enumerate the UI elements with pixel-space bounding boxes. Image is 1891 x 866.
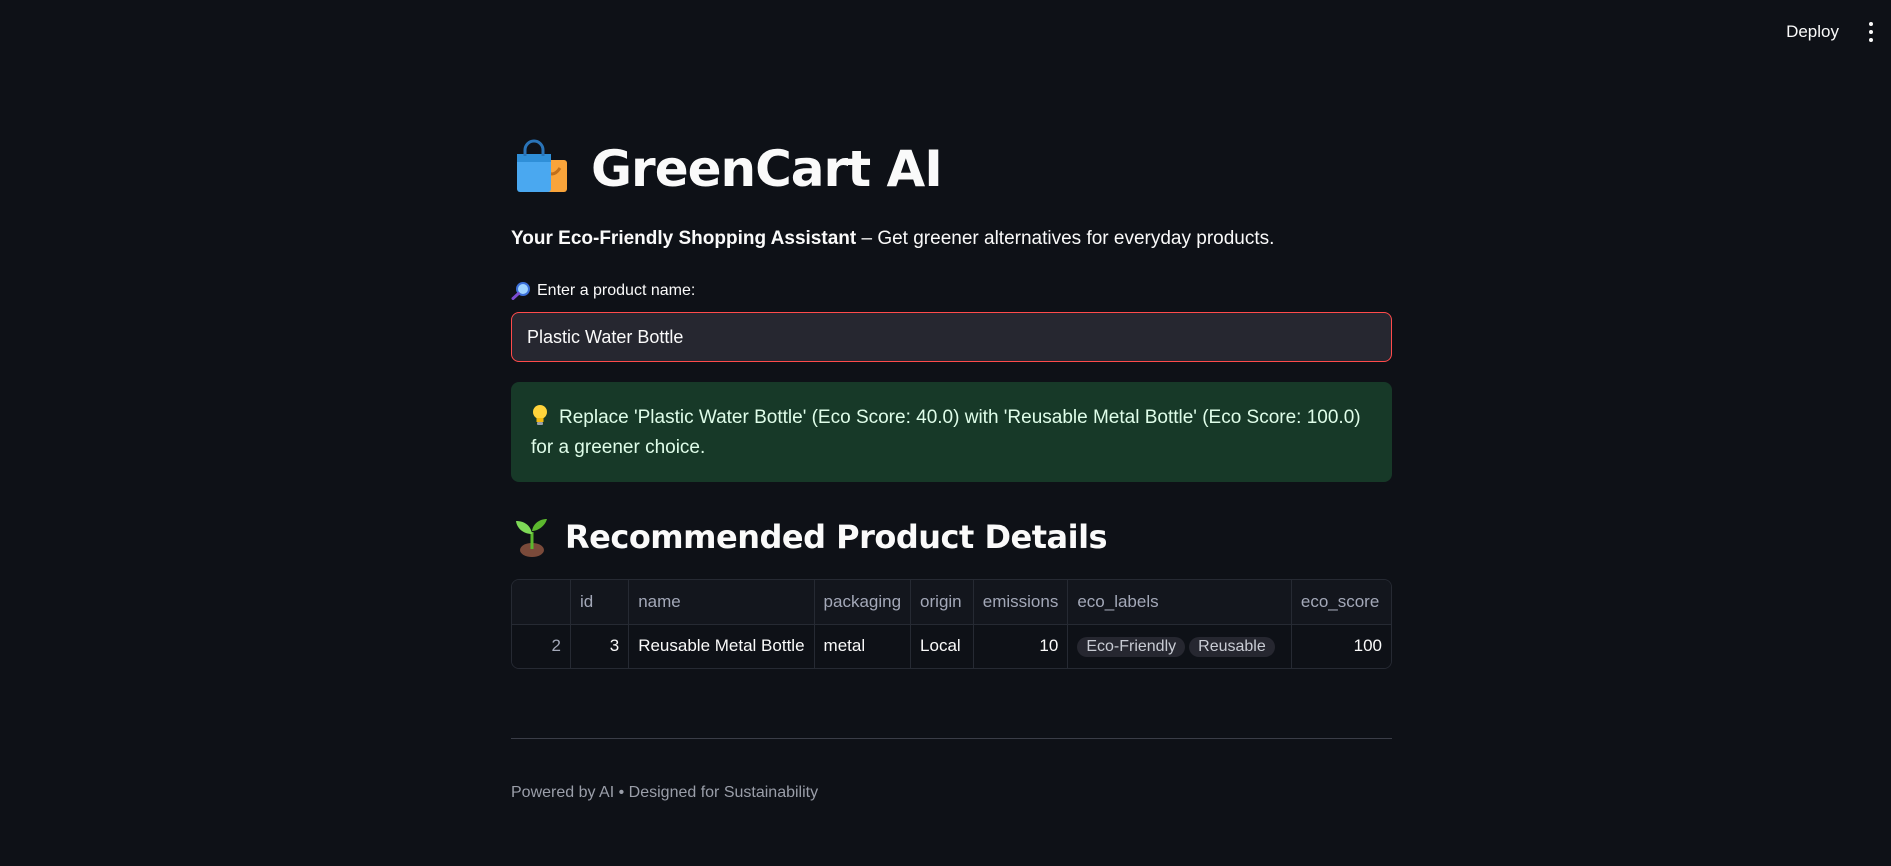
id-cell[interactable]: 3: [570, 624, 630, 668]
footer-divider: [511, 738, 1392, 739]
deploy-button[interactable]: Deploy: [1774, 16, 1851, 48]
column-header-index[interactable]: [512, 580, 572, 625]
success-alert: Replace 'Plastic Water Bottle' (Eco Scor…: [511, 382, 1392, 482]
table-row: 2 3 Reusable Metal Bottle metal Local 10…: [512, 624, 1391, 668]
section-title: Recommended Product Details: [565, 518, 1108, 556]
eco-labels-cell[interactable]: Eco-Friendly Reusable: [1067, 624, 1292, 668]
seedling-icon: [511, 516, 553, 558]
packaging-cell[interactable]: metal: [814, 624, 912, 668]
eco-score-cell[interactable]: 100: [1291, 624, 1391, 668]
column-header-eco-labels[interactable]: eco_labels: [1067, 580, 1292, 625]
column-header-eco-score[interactable]: eco_score: [1291, 580, 1391, 625]
row-index-cell[interactable]: 2: [512, 624, 572, 668]
lightbulb-icon: [531, 404, 549, 426]
shopping-bags-icon: [511, 138, 573, 200]
eco-label-tag: Eco-Friendly: [1077, 636, 1186, 657]
app-header: Deploy: [0, 0, 1891, 64]
eco-label-tag: Reusable: [1189, 636, 1275, 657]
product-details-table[interactable]: id name packaging origin emissions eco_l…: [511, 579, 1392, 669]
page-title-row: GreenCart AI: [511, 138, 943, 200]
section-title-row: Recommended Product Details: [511, 516, 1108, 558]
origin-cell[interactable]: Local: [910, 624, 974, 668]
column-header-origin[interactable]: origin: [910, 580, 974, 625]
alert-message: Replace 'Plastic Water Bottle' (Eco Scor…: [531, 407, 1361, 458]
footer-text: Powered by AI • Designed for Sustainabil…: [511, 784, 819, 801]
page-title: GreenCart AI: [591, 140, 943, 198]
subtitle-rest: – Get greener alternatives for everyday …: [856, 228, 1275, 249]
column-header-id[interactable]: id: [570, 580, 630, 625]
page-subtitle: Your Eco-Friendly Shopping Assistant – G…: [511, 228, 1274, 250]
product-name-input[interactable]: [511, 312, 1392, 362]
subtitle-bold: Your Eco-Friendly Shopping Assistant: [511, 228, 857, 249]
table-header-row: id name packaging origin emissions eco_l…: [512, 580, 1391, 625]
magnifying-glass-icon: [511, 282, 531, 300]
emissions-cell[interactable]: 10: [973, 624, 1069, 668]
column-header-name[interactable]: name: [628, 580, 815, 625]
column-header-emissions[interactable]: emissions: [973, 580, 1069, 625]
search-label: Enter a product name:: [511, 282, 695, 300]
search-label-text: Enter a product name:: [537, 282, 696, 299]
column-header-packaging[interactable]: packaging: [814, 580, 912, 625]
main-menu-icon[interactable]: [1859, 12, 1883, 52]
name-cell[interactable]: Reusable Metal Bottle: [628, 624, 815, 668]
